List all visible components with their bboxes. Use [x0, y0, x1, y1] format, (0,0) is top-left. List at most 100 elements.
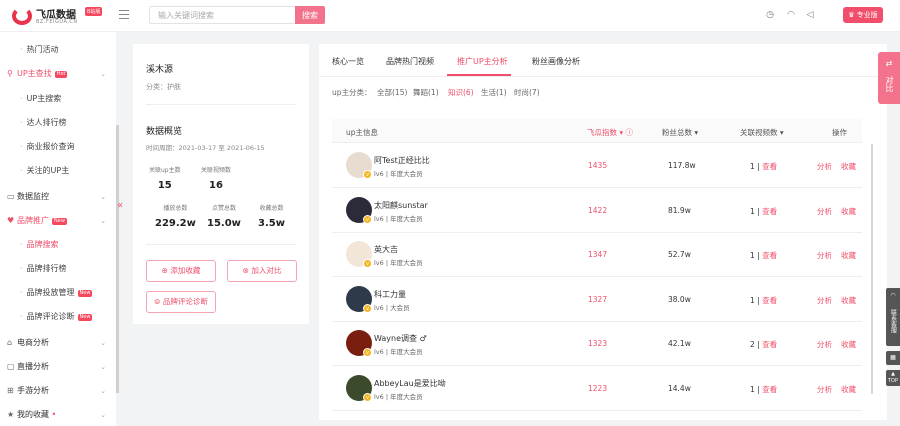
stat-value: 229.2w [155, 218, 196, 229]
collapse-icon[interactable]: « [117, 200, 123, 211]
analyze-link[interactable]: 分析 [817, 161, 832, 172]
related-videos: 1 | 查看 [750, 295, 778, 305]
collect-link[interactable]: 收藏 [841, 250, 856, 261]
filter-all[interactable]: 全部(15) [377, 87, 407, 98]
tab-fan-profile[interactable]: 粉丝画像分析 [532, 56, 580, 67]
megaphone-icon[interactable]: ◁ [804, 9, 816, 21]
logo[interactable]: 飞瓜数据 B站版 BZ.FEIGUA.CN [12, 5, 103, 27]
sidebar-item[interactable]: ▢ 直播分析 ⌄ [0, 358, 116, 376]
help-icon[interactable]: ⓘ [626, 128, 634, 137]
filter-dance[interactable]: 舞蹈(1) [413, 87, 439, 98]
sidebar-item[interactable]: · UP主搜索 [0, 90, 116, 108]
chevron-down-icon[interactable]: ⌄ [100, 188, 106, 206]
up-name[interactable]: 太阳麒sunstar [374, 200, 428, 211]
sidebar-item[interactable]: · 达人排行榜 [0, 114, 116, 132]
back-to-top-button[interactable]: ▲ TOP [886, 370, 900, 386]
chevron-down-icon[interactable]: ⌄ [100, 358, 106, 376]
add-collect-button[interactable]: ⊕ 添加收藏 [146, 260, 216, 282]
add-compare-button[interactable]: ⊗ 加入对比 [227, 260, 297, 282]
sidebar-item[interactable]: ⚲ UP主查找 Hot ⌄ [0, 65, 116, 83]
sidebar-item[interactable]: ⊞ 手游分析 ⌄ [0, 382, 116, 400]
sort-icon: ▾ [694, 128, 699, 137]
menu-icon[interactable] [119, 10, 129, 20]
qrcode-icon[interactable]: ▦ [886, 351, 900, 365]
collect-link[interactable]: 收藏 [841, 384, 856, 395]
sidebar-item[interactable]: ★ 我的收藏 • ⌄ [0, 406, 116, 424]
view-link[interactable]: 查看 [762, 385, 777, 394]
pro-version-button[interactable]: ♛ 专业版 [843, 7, 883, 23]
view-link[interactable]: 查看 [762, 162, 777, 171]
view-link[interactable]: 查看 [762, 207, 777, 216]
customer-service-label: 联系客服 [889, 309, 897, 333]
view-link[interactable]: 查看 [762, 340, 777, 349]
filter-fashion[interactable]: 时尚(7) [514, 87, 540, 98]
related-count: 1 [750, 162, 755, 171]
tab-promoted-up-analysis[interactable]: 推广UP主分析 [457, 56, 508, 67]
analyze-link[interactable]: 分析 [817, 339, 832, 350]
tab-brand-hot-videos[interactable]: 品牌热门视频 [386, 56, 434, 67]
clock-icon[interactable]: ◷ [764, 9, 776, 21]
header-related-videos[interactable]: 关联视频数 ▾ [740, 127, 784, 138]
header-fans[interactable]: 粉丝总数 ▾ [662, 127, 698, 138]
filter-life[interactable]: 生活(1) [481, 87, 507, 98]
fans-count: 14.4w [668, 383, 691, 393]
stat-plays: 播放总数 229.2w [155, 203, 196, 229]
logo-mark [12, 7, 32, 25]
add-compare-label: 加入对比 [251, 266, 282, 275]
sidebar-item[interactable]: · 热门活动 [0, 41, 116, 59]
collect-link[interactable]: 收藏 [841, 295, 856, 306]
collect-link[interactable]: 收藏 [841, 206, 856, 217]
sidebar-item[interactable]: · 关注的UP主 [0, 162, 116, 180]
header-feigua-index[interactable]: 飞瓜指数 ▾ ⓘ [587, 127, 633, 138]
sidebar-item[interactable]: · 商业报价查询 [0, 138, 116, 156]
view-link[interactable]: 查看 [762, 296, 777, 305]
sidebar-item[interactable]: ▭ 数据监控 ⌄ [0, 188, 116, 206]
analyze-link[interactable]: 分析 [817, 206, 832, 217]
up-name[interactable]: 科工力量 [374, 289, 406, 300]
chevron-down-icon[interactable]: ⌄ [100, 212, 106, 230]
table-header: up主信息 飞瓜指数 ▾ ⓘ 粉丝总数 ▾ 关联视频数 ▾ 操作 [332, 119, 862, 143]
analyze-link[interactable]: 分析 [817, 295, 832, 306]
collect-link[interactable]: 收藏 [841, 161, 856, 172]
search-input[interactable] [149, 6, 295, 24]
up-name[interactable]: AbbeyLau是爱比呦 [374, 378, 446, 389]
related-videos: 1 | 查看 [750, 162, 778, 171]
chevron-down-icon[interactable]: ⌄ [100, 334, 106, 352]
chevron-down-icon[interactable]: ⌄ [100, 406, 106, 424]
filter-knowledge[interactable]: 知识(6) [448, 87, 474, 98]
sidebar-item-label: 品牌投放管理 [26, 288, 75, 297]
related-videos: 1 | 查看 [750, 206, 778, 216]
chevron-down-icon[interactable]: ⌄ [100, 65, 106, 83]
bullet: · [20, 240, 23, 249]
table-row: v 太阳麒sunstar lv6 | 年度大会员 1422 81.9w 1 | 查看 分析收… [332, 189, 862, 233]
stat-label: 播放总数 [163, 205, 188, 212]
customer-service-button[interactable]: ◠ 联系客服 [886, 288, 900, 346]
analyze-link[interactable]: 分析 [817, 384, 832, 395]
table-scrollbar[interactable] [871, 144, 873, 394]
collect-link[interactable]: 收藏 [841, 339, 856, 350]
shop-icon: ⌂ [7, 338, 13, 347]
up-name[interactable]: 阿Test正经比比 [374, 155, 430, 166]
sidebar-item[interactable]: · 品牌投放管理 New [0, 284, 116, 302]
compare-float-button[interactable]: ⇄ 对比 [878, 52, 900, 104]
sidebar-scrollbar[interactable] [116, 125, 119, 393]
chevron-down-icon[interactable]: ⌄ [100, 382, 106, 400]
sidebar-item[interactable]: ⌂ 电商分析 ⌄ [0, 334, 116, 352]
up-level: lv6 | 年度大会员 [374, 392, 423, 401]
up-name[interactable]: Wayne调查 ♂ [374, 333, 427, 344]
sidebar-item[interactable]: ♥ 品牌推广 New ⌄ [0, 212, 116, 230]
sidebar-item[interactable]: · 品牌搜索 [0, 236, 116, 254]
view-link[interactable]: 查看 [762, 251, 777, 260]
headset-icon[interactable]: ◠ [785, 9, 797, 21]
tab-core-overview[interactable]: 核心一览 [332, 56, 364, 67]
comment-diagnose-button[interactable]: ⊜ 品牌评论诊断 [146, 291, 216, 313]
fans-count: 117.8w [668, 161, 696, 170]
analyze-link[interactable]: 分析 [817, 250, 832, 261]
stat-value: 3.5w [258, 218, 285, 229]
sidebar-item[interactable]: · 品牌评论诊断 New [0, 308, 116, 326]
search-button[interactable]: 搜索 [295, 6, 325, 24]
up-name[interactable]: 英大吉 [374, 244, 398, 255]
sidebar-item[interactable]: · 品牌排行榜 [0, 260, 116, 278]
table-row: v 科工力量 lv6 | 大会员 1327 38.0w 1 | 查看 分析 收藏 [332, 278, 862, 322]
sidebar-badge: New [77, 314, 93, 321]
